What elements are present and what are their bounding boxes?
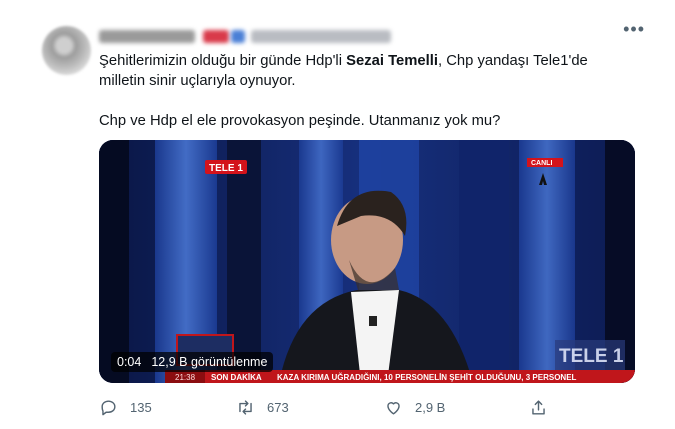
ticker-text: KAZA KIRIMA UĞRADIĞINI, 10 PERSONELİN ŞE… (277, 373, 577, 382)
video-player[interactable]: SON DAKİKA KAZA KIRIMA UĞRADIĞINI, 10 PE… (99, 140, 635, 383)
retweet-button[interactable]: 673 (236, 396, 289, 418)
heart-icon (387, 401, 400, 415)
video-view-count: 12,9 B görüntülenme (151, 355, 268, 369)
avatar[interactable] (42, 26, 91, 75)
blurred-display-name[interactable] (99, 30, 195, 43)
blurred-badge-2 (231, 30, 245, 43)
channel-logo-watermark: TELE 1 (559, 346, 624, 367)
retweet-icon (239, 399, 252, 415)
share-icon (532, 399, 545, 415)
ticker-time: 21:38 (175, 373, 196, 382)
tweet-text-line: Chp ve Hdp el ele provokasyon peşinde. U… (99, 113, 501, 129)
like-count: 2,9 B (415, 399, 446, 415)
tweet-text: Şehitlerimizin olduğu bir günde Hdp'li S… (99, 51, 644, 131)
tweet-header (99, 28, 619, 46)
video-overlay: 0:04 12,9 B görüntülenme (111, 352, 274, 372)
tweet-text-line: milletin sinir uçlarıyla oynuyor. (99, 73, 296, 89)
reply-button[interactable]: 135 (99, 396, 152, 418)
channel-logo: TELE 1 (209, 163, 243, 174)
live-badge: CANLI (531, 160, 552, 167)
ellipsis-icon[interactable]: ••• (623, 20, 645, 38)
video-frame: SON DAKİKA KAZA KIRIMA UĞRADIĞINI, 10 PE… (99, 140, 635, 383)
share-button[interactable] (529, 396, 548, 418)
tweet-text-part: , Chp yandaşı Tele1'de (437, 53, 588, 69)
reply-icon (101, 399, 116, 415)
tweet-card[interactable]: ••• Şehitlerimizin olduğu bir günde Hdp'… (30, 10, 655, 425)
retweet-count: 673 (267, 399, 289, 415)
reply-count: 135 (130, 399, 152, 415)
mentioned-name: Sezai Temelli (346, 53, 438, 69)
tweet-text-part: Şehitlerimizin olduğu bir günde Hdp'li (99, 53, 347, 69)
tweet-actions: 135 673 2,9 B (99, 396, 619, 420)
ticker-label: SON DAKİKA (211, 373, 262, 382)
like-button[interactable]: 2,9 B (384, 396, 445, 418)
blurred-handle-and-date[interactable] (251, 30, 391, 43)
blurred-badge (203, 30, 229, 43)
video-elapsed: 0:04 (117, 355, 142, 369)
